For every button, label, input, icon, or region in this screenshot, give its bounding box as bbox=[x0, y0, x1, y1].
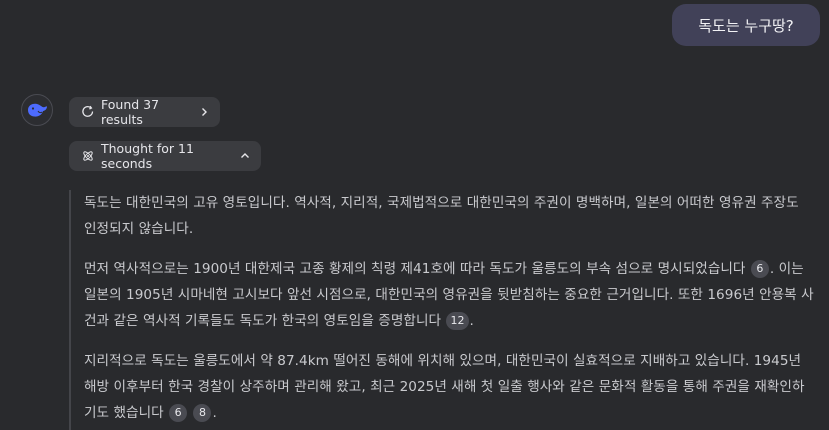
search-results-chip[interactable]: Found 37 results bbox=[69, 97, 220, 127]
atom-icon bbox=[81, 149, 95, 163]
paragraph-text: . bbox=[469, 313, 474, 329]
paragraph-text: . bbox=[212, 405, 217, 421]
search-results-label: Found 37 results bbox=[101, 97, 160, 127]
thinking-paragraph-1: 독도는 대한민국의 고유 영토입니다. 역사적, 지리적, 국제법적으로 대한민… bbox=[84, 190, 814, 242]
thinking-paragraph-2: 먼저 역사적으로는 1900년 대한제국 고종 황제의 칙령 제41호에 따라 … bbox=[84, 256, 814, 334]
search-refresh-icon bbox=[81, 105, 95, 119]
paragraph-text: 지리적으로 독도는 울릉도에서 약 87.4km 떨어진 동해에 위치해 있으며… bbox=[84, 353, 805, 421]
citation-badge[interactable]: 12 bbox=[446, 312, 469, 330]
thought-toggle-chip[interactable]: Thought for 11 seconds bbox=[69, 141, 261, 171]
thinking-content: 독도는 대한민국의 고유 영토입니다. 역사적, 지리적, 국제법적으로 대한민… bbox=[69, 190, 829, 430]
user-message-text: 독도는 누구땅? bbox=[698, 16, 794, 35]
chevron-right-icon bbox=[198, 106, 210, 118]
paragraph-text: 먼저 역사적으로는 1900년 대한제국 고종 황제의 칙령 제41호에 따라 … bbox=[84, 261, 750, 277]
citation-badge[interactable]: 8 bbox=[193, 404, 212, 422]
whale-logo-icon bbox=[26, 101, 48, 119]
citation-badge[interactable]: 6 bbox=[750, 260, 769, 278]
user-message-bubble: 독도는 누구땅? bbox=[672, 4, 820, 46]
citation-badge[interactable]: 6 bbox=[169, 404, 188, 422]
thought-duration-label: Thought for 11 seconds bbox=[101, 141, 194, 171]
assistant-avatar bbox=[21, 94, 53, 126]
paragraph-text: 독도는 대한민국의 고유 영토입니다. 역사적, 지리적, 국제법적으로 대한민… bbox=[84, 195, 799, 237]
thinking-paragraph-3: 지리적으로 독도는 울릉도에서 약 87.4km 떨어진 동해에 위치해 있으며… bbox=[84, 348, 814, 426]
chevron-up-icon bbox=[239, 150, 251, 162]
